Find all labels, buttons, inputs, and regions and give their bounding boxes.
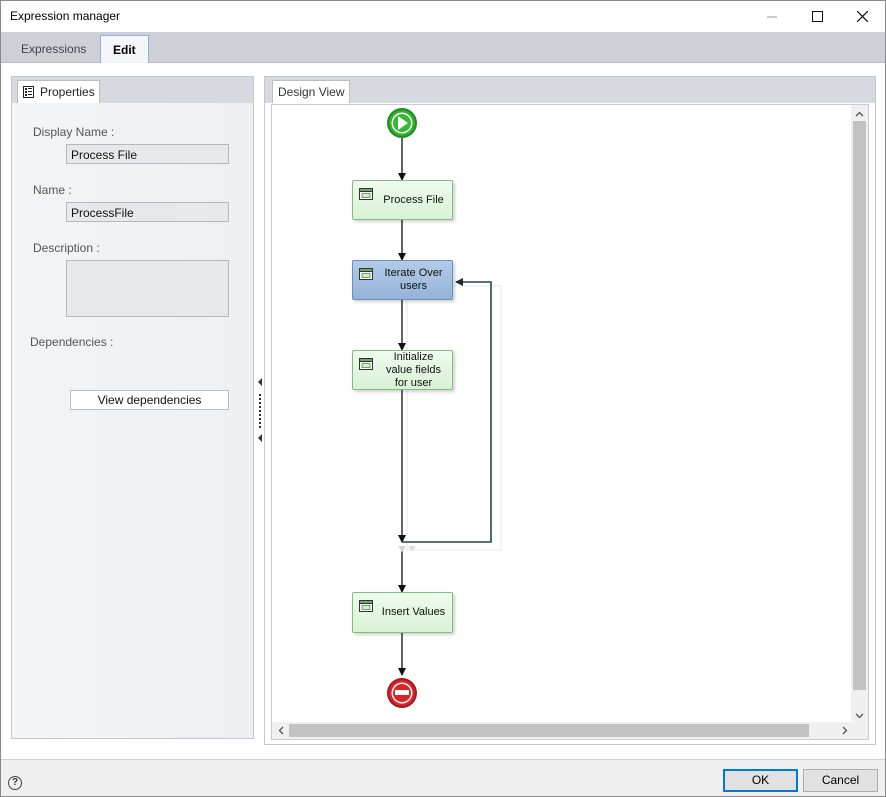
design-view-tab-label: Design View [278,85,345,99]
node-label-line: Initialize [393,351,434,363]
design-view-header: Design View [265,77,875,103]
close-button[interactable] [839,1,885,32]
tab-edit-label: Edit [113,42,136,57]
properties-icon [23,86,34,98]
vertical-scrollbar[interactable] [851,105,868,724]
horizontal-scrollbar[interactable] [272,722,853,739]
maximize-button[interactable] [794,1,840,32]
title-bar: Expression manager [1,1,885,32]
node-label-line: for user [394,377,433,389]
flow-node-process-file[interactable]: Process File [352,180,453,220]
collapse-left-icon-lower[interactable] [258,434,262,442]
horizontal-scroll-thumb[interactable] [289,724,809,737]
flow-node-iterate-over-users[interactable]: Iterate Over users [352,260,453,300]
name-label: Name : [33,183,72,197]
name-field[interactable]: ProcessFile [66,202,229,222]
dependencies-label: Dependencies : [30,335,114,349]
description-field[interactable] [66,260,229,317]
activity-icon [359,600,373,612]
window-title: Expression manager [10,9,121,23]
tab-expressions-label: Expressions [21,41,87,56]
chevron-right-icon [842,726,847,735]
flow-node-initialize-value-fields[interactable]: Initialize value fields for user [352,350,453,390]
properties-tab-label: Properties [40,85,95,99]
expression-manager-window: Expression manager Expressions Edit Prop… [0,0,886,797]
connector-loop-back [402,278,492,543]
design-view-tab[interactable]: Design View [272,80,351,103]
help-icon[interactable]: ? [8,776,22,790]
scroll-left-button[interactable] [272,722,289,739]
scrollbar-corner [851,722,868,739]
node-label-line: Insert Values [381,606,446,618]
vertical-scroll-thumb[interactable] [853,121,866,690]
main-tabstrip: Expressions Edit [1,32,885,63]
design-view-pane: Design View Process File Iterate Over us… [264,76,876,745]
pane-splitter[interactable] [256,76,264,739]
minimize-button[interactable] [749,1,795,32]
chevron-down-icon [855,713,864,718]
tab-expressions[interactable]: Expressions [9,35,98,62]
description-label: Description : [33,241,100,255]
properties-body: Display Name : Process File Name : Proce… [12,103,253,738]
node-label-line: Iterate Over [384,267,443,279]
collapse-left-icon[interactable] [258,378,262,386]
flow-node-insert-values[interactable]: Insert Values [352,592,453,633]
chevron-left-icon [278,726,283,735]
stop-node-icon[interactable] [387,678,417,708]
display-name-label: Display Name : [33,125,115,139]
edit-content: Properties Display Name : Process File N… [1,63,885,759]
merge-point-icon-2 [408,546,416,552]
properties-tab[interactable]: Properties [17,80,100,103]
properties-pane-header: Properties [12,77,253,103]
splitter-grip [259,394,261,428]
loop-region-outline [406,285,502,551]
scroll-up-button[interactable] [851,105,868,122]
cancel-button[interactable]: Cancel [803,769,878,792]
minimize-icon [767,16,777,17]
design-canvas[interactable]: Process File Iterate Over users Initiali… [271,104,869,740]
properties-pane: Properties Display Name : Process File N… [11,76,254,739]
dialog-footer: ? OK Cancel [1,759,885,796]
node-label-line: Process File [383,194,444,206]
chevron-up-icon [855,111,864,116]
merge-point-icon [398,546,406,552]
view-dependencies-button[interactable]: View dependencies [70,390,229,410]
activity-icon [359,358,373,370]
node-label-line: users [400,280,427,292]
close-icon [856,11,868,22]
start-node-icon[interactable] [387,108,417,138]
display-name-field[interactable]: Process File [66,144,229,164]
tab-edit[interactable]: Edit [100,35,149,63]
ok-button[interactable]: OK [723,769,798,792]
activity-icon [359,188,373,200]
activity-icon [359,268,373,280]
node-label-line: value fields [385,364,442,376]
maximize-icon [811,11,823,22]
